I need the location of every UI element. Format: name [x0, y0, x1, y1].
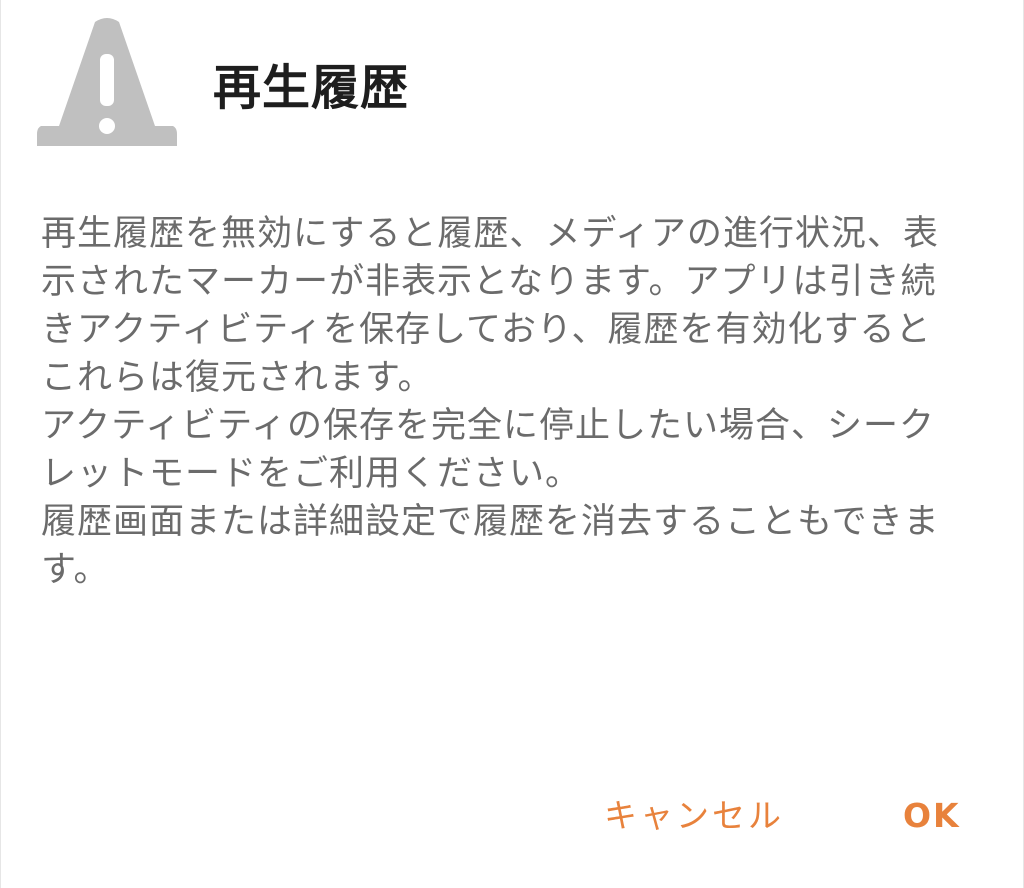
dialog-header: 再生履歴 — [1, 0, 1024, 160]
message-line: 再生履歴を無効にすると履歴、メディアの進行状況、表 — [41, 214, 939, 254]
cancel-button[interactable]: キャンセル — [604, 790, 784, 842]
dialog-actions: キャンセル OK — [1, 780, 1024, 852]
message-line: これらは復元されます。 — [41, 358, 434, 398]
play-history-dialog: 再生履歴 再生履歴を無効にすると履歴、メディアの進行状況、表 示されたマーカーが… — [0, 0, 1024, 888]
message-line: レットモードをご利用ください。 — [41, 454, 582, 494]
message-line: 履歴画面または詳細設定で履歴を消去することもできま — [41, 502, 940, 542]
dialog-title: 再生履歴 — [213, 60, 410, 116]
warning-icon — [37, 18, 177, 146]
message-line: アクティビティの保存を完全に停止したい場合、シーク — [41, 406, 936, 446]
message-line: 示されたマーカーが非表示となります。アプリは引き続 — [41, 262, 937, 302]
message-line: す。 — [41, 550, 110, 590]
dialog-message: 再生履歴を無効にすると履歴、メディアの進行状況、表 示されたマーカーが非表示とな… — [41, 210, 991, 594]
message-line: きアクティビティを保存しており、履歴を有効化すると — [41, 310, 932, 350]
ok-button[interactable]: OK — [903, 790, 961, 842]
